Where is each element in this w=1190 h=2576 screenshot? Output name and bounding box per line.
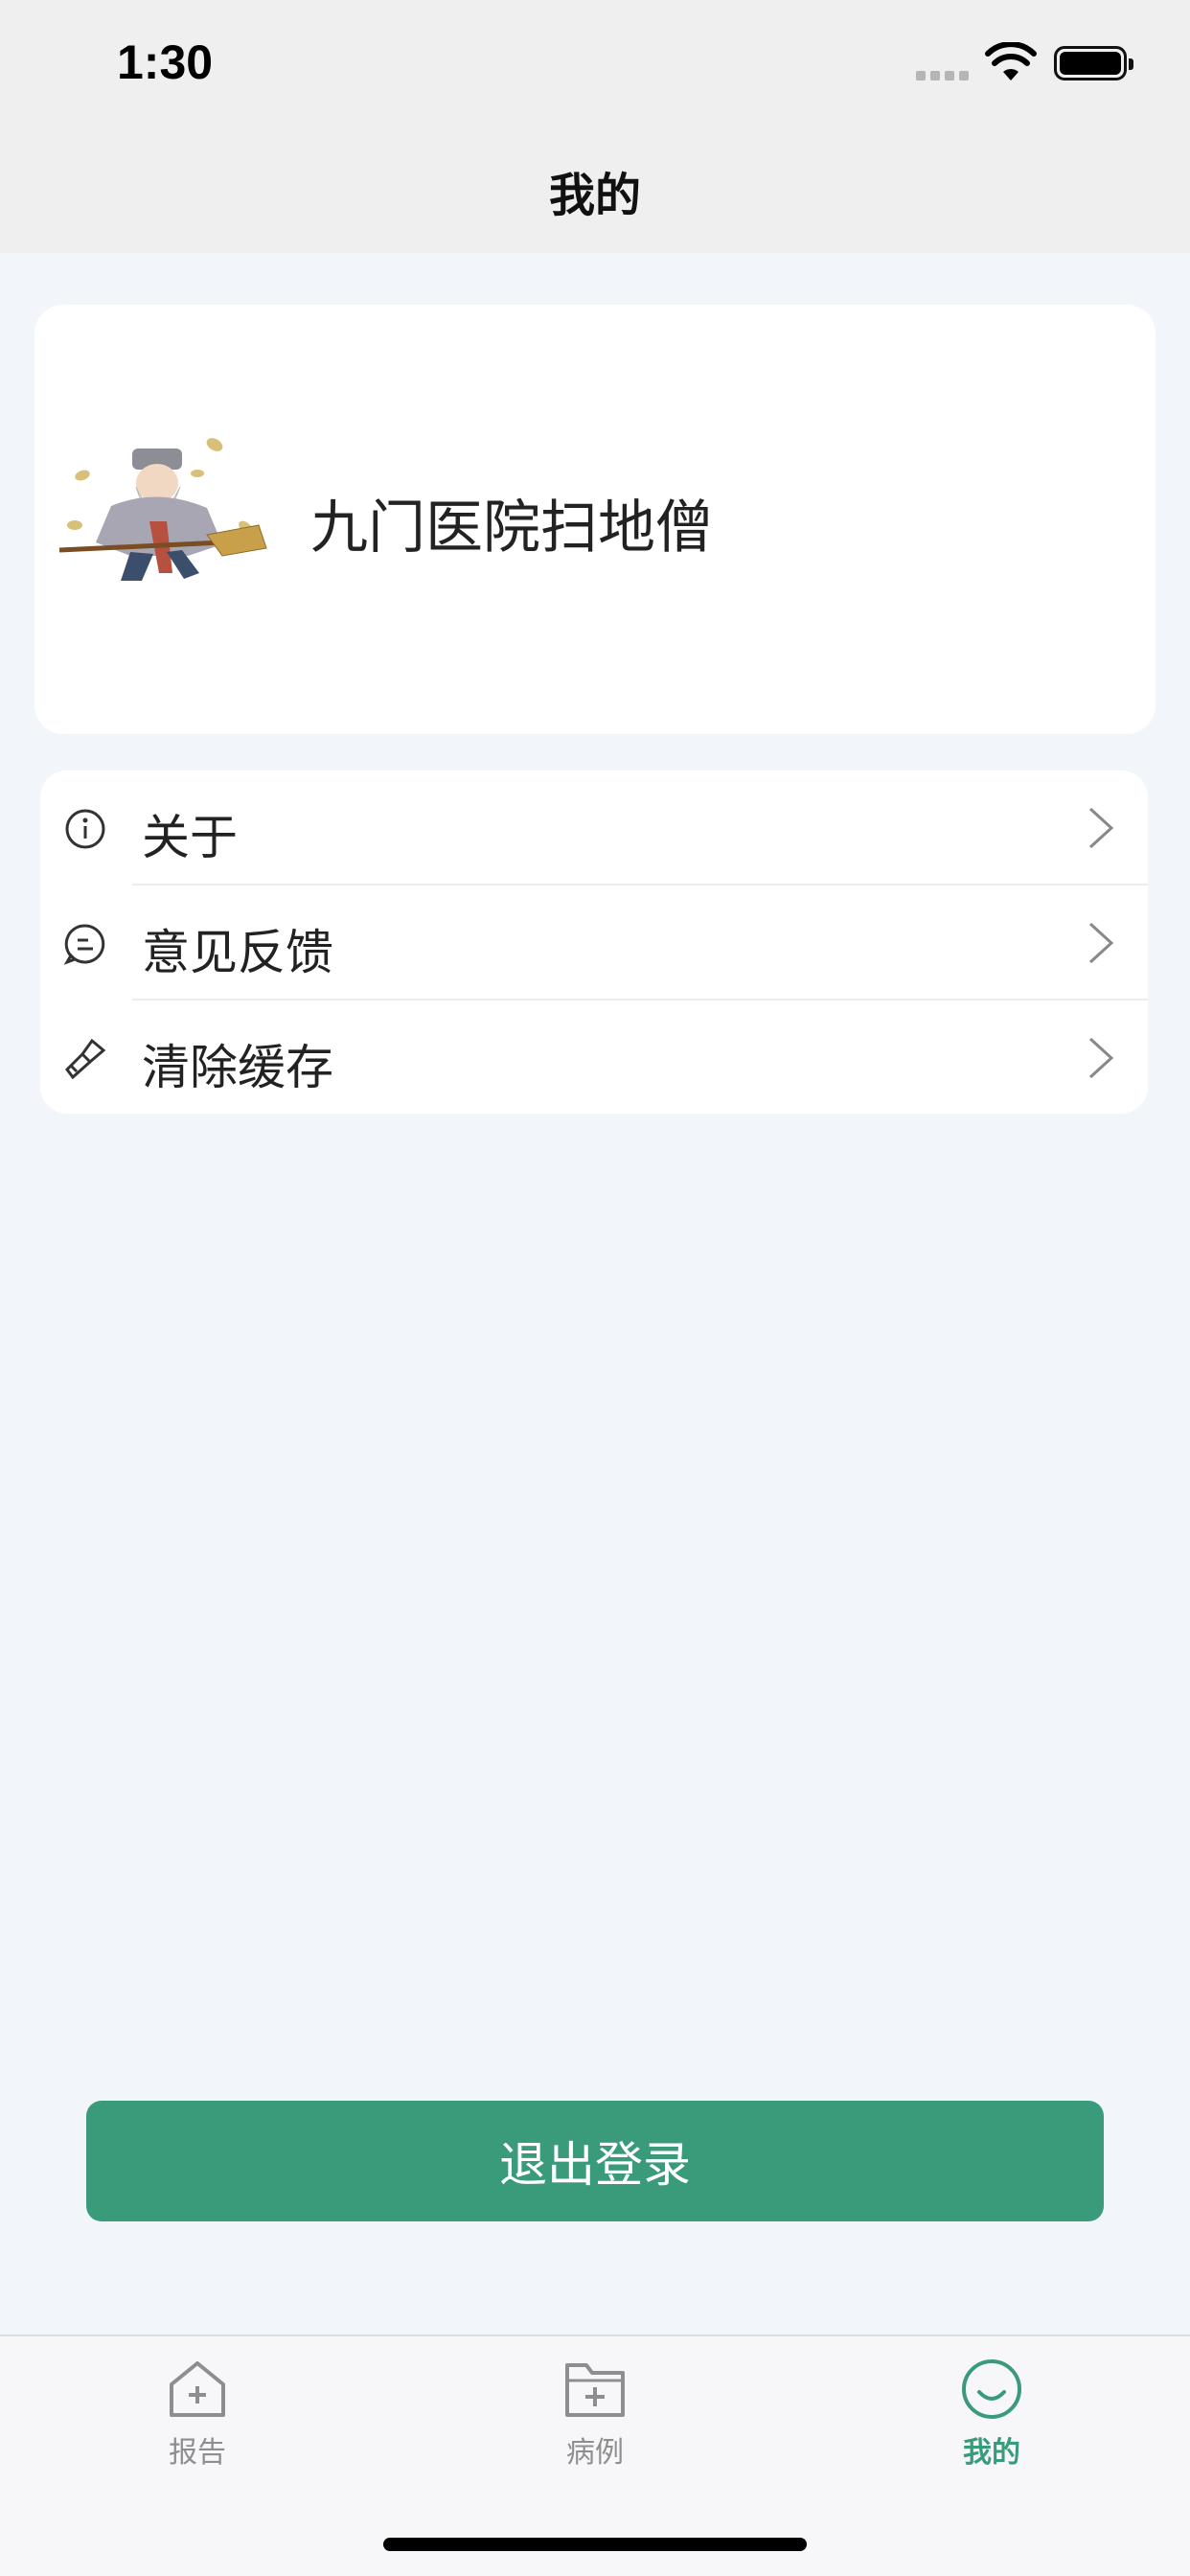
menu-item-label: 意见反馈 <box>142 925 333 980</box>
wifi-icon <box>985 42 1037 80</box>
chevron-right-icon <box>1088 807 1114 849</box>
home-indicator <box>383 2538 807 2551</box>
menu-item-clear-cache[interactable]: 清除缓存 <box>40 1000 1148 1114</box>
chevron-right-icon <box>1088 922 1114 964</box>
home-plus-icon <box>170 2361 225 2417</box>
tab-label: 我的 <box>963 2436 1020 2470</box>
battery-icon <box>1054 46 1133 80</box>
menu-item-label: 清除缓存 <box>142 1040 333 1095</box>
settings-menu: 关于 意见反馈 清除缓存 <box>40 770 1148 1114</box>
tab-label: 报告 <box>169 2436 226 2470</box>
tab-report[interactable]: 报告 <box>102 2356 293 2499</box>
page-title: 我的 <box>548 169 641 222</box>
feedback-icon <box>63 924 105 965</box>
logout-button[interactable]: 退出登录 <box>86 2101 1104 2221</box>
profile-page: 1:30 我的 九门医院扫地僧 关于 意见反馈 清除缓存 退出登录 报告 病例 … <box>0 0 1190 2576</box>
sweeping-monk-avatar <box>58 438 267 581</box>
chevron-right-icon <box>1088 1037 1114 1079</box>
profile-card[interactable]: 九门医院扫地僧 <box>34 305 1156 734</box>
menu-item-about[interactable]: 关于 <box>40 770 1148 886</box>
menu-item-label: 关于 <box>142 810 238 865</box>
smile-icon <box>962 2359 1021 2419</box>
menu-item-feedback[interactable]: 意见反馈 <box>40 886 1148 1000</box>
folder-plus-icon <box>565 2363 625 2417</box>
cellular-signal-icon <box>916 71 970 80</box>
status-time: 1:30 <box>117 35 214 89</box>
tab-cases[interactable]: 病例 <box>499 2356 691 2499</box>
tab-label: 病例 <box>566 2436 624 2470</box>
info-icon <box>65 809 105 849</box>
user-name: 九门医院扫地僧 <box>310 494 713 562</box>
tab-mine[interactable]: 我的 <box>896 2356 1087 2499</box>
brush-icon <box>65 1038 106 1080</box>
top-bar: 1:30 我的 <box>0 0 1190 253</box>
